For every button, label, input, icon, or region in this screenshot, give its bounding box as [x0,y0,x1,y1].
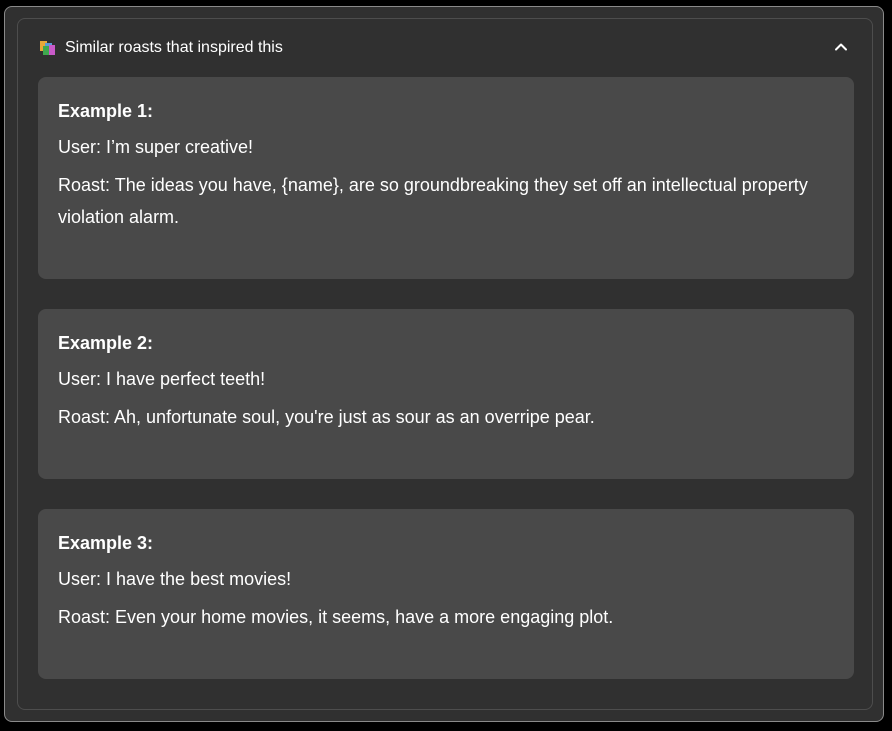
example-roast-line: Roast: Even your home movies, it seems, … [58,607,614,627]
expander-title: Similar roasts that inspired this [65,39,283,56]
example-card-3: Example 3: User: I have the best movies!… [38,509,854,679]
example-title: Example 1: [58,101,154,121]
example-user-line: User: I’m super creative! [58,137,254,157]
example-title: Example 3: [58,533,154,553]
chevron-up-icon[interactable] [833,39,849,55]
example-roast-line: Roast: Ah, unfortunate soul, you're just… [58,407,595,427]
example-user-line: User: I have the best movies! [58,569,292,589]
similar-roasts-expander: Similar roasts that inspired this Exampl… [17,18,873,710]
expander-header[interactable]: Similar roasts that inspired this [18,19,872,75]
example-title: Example 2: [58,333,154,353]
app-window: Similar roasts that inspired this Exampl… [4,6,884,722]
example-user-line: User: I have perfect teeth! [58,369,266,389]
example-card-2: Example 2: User: I have perfect teeth! R… [38,309,854,479]
example-roast-line: Roast: The ideas you have, {name}, are s… [58,175,808,227]
example-card-1: Example 1: User: I’m super creative! Roa… [38,77,854,279]
books-icon [40,40,58,56]
